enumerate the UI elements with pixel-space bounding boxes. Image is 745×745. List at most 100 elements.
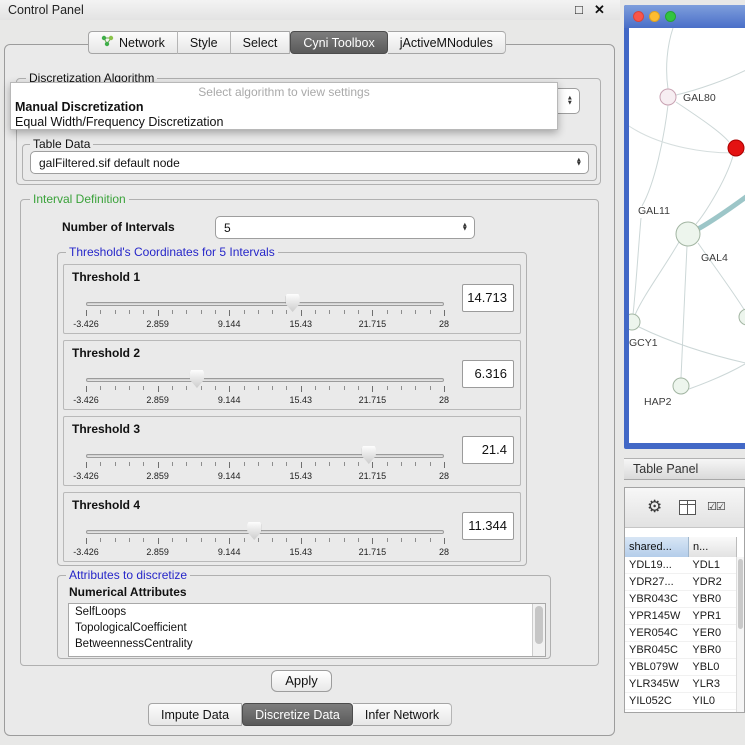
table-row[interactable]: YDR27...YDR2 — [625, 574, 736, 591]
scale-label: 21.715 — [359, 471, 387, 481]
tab-infer-network[interactable]: Infer Network — [353, 703, 452, 726]
table-cell: YDR27... — [625, 574, 688, 590]
threshold-slider[interactable]: -3.4262.8599.14415.4321.71528 — [86, 521, 444, 561]
network-node-label: HAP2 — [644, 396, 672, 408]
slider-track[interactable] — [86, 530, 444, 534]
threshold-value-field[interactable]: 14.713 — [462, 284, 514, 312]
network-node[interactable] — [660, 89, 676, 105]
stepper-down-icon: ▼ — [567, 101, 573, 106]
network-view-window[interactable]: GAL80 GAL11 GAL4 GCY1 HAP2 — [624, 5, 745, 449]
minimize-icon[interactable]: □ — [575, 2, 583, 17]
network-node-label: GAL80 — [683, 92, 716, 104]
tab-select[interactable]: Select — [231, 31, 291, 54]
network-node[interactable] — [673, 378, 689, 394]
numerical-attributes-list[interactable]: SelfLoopsTopologicalCoefficientBetweenne… — [68, 603, 546, 657]
control-panel-titlebar: Control Panel □ ✕ — [0, 0, 620, 20]
table-scrollbar[interactable] — [736, 557, 744, 712]
screen: Control Panel □ ✕ Network Style Select Cyni… — [0, 0, 745, 745]
network-node[interactable] — [739, 309, 745, 325]
list-item[interactable]: TopologicalCoefficient — [69, 620, 545, 636]
popup-option-manual[interactable]: Manual Discretization — [11, 100, 557, 115]
tab-impute-data[interactable]: Impute Data — [148, 703, 242, 726]
minimize-traffic-light-icon[interactable] — [649, 11, 660, 22]
threshold-label: Threshold 4 — [72, 498, 140, 512]
slider-track[interactable] — [86, 302, 444, 306]
scale-label: 9.144 — [218, 547, 241, 557]
threshold-label: Threshold 1 — [72, 270, 140, 284]
slider-track[interactable] — [86, 378, 444, 382]
tab-discretize-data[interactable]: Discretize Data — [242, 703, 353, 726]
checkboxes-icon[interactable]: ☑☑ — [707, 500, 725, 513]
num-intervals-combo[interactable]: 5 ▲ ▼ — [215, 216, 475, 239]
threshold-panels: Threshold 1-3.4262.8599.14415.4321.71528… — [63, 264, 521, 568]
scale-label: -3.426 — [73, 471, 99, 481]
close-traffic-light-icon[interactable] — [633, 11, 644, 22]
slider-scale: -3.4262.8599.14415.4321.71528 — [86, 471, 444, 482]
gear-icon[interactable]: ⚙ — [647, 497, 662, 517]
columns-icon[interactable] — [679, 500, 696, 518]
scale-label: 2.859 — [146, 547, 169, 557]
threshold-slider[interactable]: -3.4262.8599.14415.4321.71528 — [86, 445, 444, 485]
list-scrollbar[interactable] — [532, 604, 545, 656]
zoom-traffic-light-icon[interactable] — [665, 11, 676, 22]
threshold-value-field[interactable]: 21.4 — [462, 436, 514, 464]
apply-button[interactable]: Apply — [271, 670, 332, 692]
tab-cyni-toolbox[interactable]: Cyni Toolbox — [290, 31, 387, 54]
tab-label: Discretize Data — [255, 708, 340, 722]
table-row[interactable]: YIL052CYIL0 — [625, 693, 736, 710]
tab-label: Cyni Toolbox — [303, 36, 374, 50]
popup-prompt: Select algorithm to view settings — [11, 85, 557, 100]
table-cell: YIL0 — [688, 693, 736, 709]
table-row[interactable]: YLR345WYLR3 — [625, 676, 736, 693]
network-icon — [101, 35, 114, 50]
table-row[interactable]: YER054CYER0 — [625, 625, 736, 642]
column-header-shared-name[interactable]: shared... — [625, 537, 689, 557]
tab-style[interactable]: Style — [178, 31, 231, 54]
threshold-panel-4: Threshold 4-3.4262.8599.14415.4321.71528… — [63, 492, 521, 562]
close-icon[interactable]: ✕ — [594, 2, 605, 18]
network-edge — [681, 246, 687, 378]
scale-label: -3.426 — [73, 547, 99, 557]
table-cell: YBR0 — [688, 642, 736, 658]
threshold-slider[interactable]: -3.4262.8599.14415.4321.71528 — [86, 293, 444, 333]
table-row[interactable]: YPR145WYPR1 — [625, 608, 736, 625]
threshold-value-field[interactable]: 11.344 — [462, 512, 514, 540]
network-canvas[interactable]: GAL80 GAL11 GAL4 GCY1 HAP2 — [629, 28, 745, 443]
table-row[interactable]: YBR045CYBR0 — [625, 642, 736, 659]
tab-jactivemnodules[interactable]: jActiveMNodules — [388, 31, 506, 54]
network-node-label: GAL4 — [701, 252, 728, 264]
scale-label: 15.43 — [290, 547, 313, 557]
popup-option-equal-width[interactable]: Equal Width/Frequency Discretization — [11, 115, 557, 130]
column-header-name[interactable]: n... — [689, 537, 737, 557]
network-node[interactable] — [728, 140, 744, 156]
list-item[interactable]: BetweennessCentrality — [69, 636, 545, 652]
tab-label: Style — [190, 36, 218, 50]
table-row[interactable]: YBL079WYBL0 — [625, 659, 736, 676]
tab-network[interactable]: Network — [88, 31, 178, 54]
network-node[interactable] — [629, 314, 640, 330]
table-row[interactable]: YBR043CYBR0 — [625, 591, 736, 608]
scale-label: 28 — [439, 319, 449, 329]
network-edge — [633, 218, 641, 315]
list-scrollbar-thumb[interactable] — [535, 606, 543, 644]
network-node[interactable] — [676, 222, 700, 246]
threshold-slider[interactable]: -3.4262.8599.14415.4321.71528 — [86, 369, 444, 409]
table-cell: YER0 — [688, 625, 736, 641]
slider-track[interactable] — [86, 454, 444, 458]
table-data-combo[interactable]: galFiltered.sif default node ▲ ▼ — [30, 151, 589, 174]
network-canvas-svg[interactable]: GAL80 GAL11 GAL4 GCY1 HAP2 — [629, 28, 745, 443]
scale-label: 15.43 — [290, 319, 313, 329]
scale-label: -3.426 — [73, 395, 99, 405]
table-scrollbar-thumb[interactable] — [738, 559, 743, 629]
table-panel-header: Table Panel — [624, 458, 745, 480]
table-cell: YPR145W — [625, 608, 688, 624]
attributes-items: SelfLoopsTopologicalCoefficientBetweenne… — [69, 604, 545, 652]
threshold-value-field[interactable]: 6.316 — [462, 360, 514, 388]
table-panel-body: ⚙ ☑☑ shared... n... YDL19...YDL1YDR27...… — [624, 487, 745, 713]
scale-label: 28 — [439, 395, 449, 405]
list-item[interactable]: SelfLoops — [69, 604, 545, 620]
network-node-label: GAL11 — [638, 205, 670, 217]
num-intervals-label: Number of Intervals — [62, 220, 175, 234]
table-row[interactable]: YDL19...YDL1 — [625, 557, 736, 574]
network-node-label: GCY1 — [629, 337, 658, 349]
